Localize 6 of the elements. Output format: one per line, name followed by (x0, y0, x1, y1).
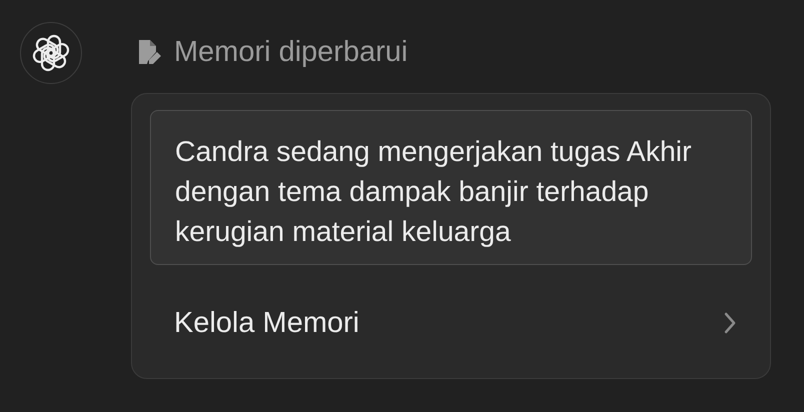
status-title: Memori diperbarui (174, 36, 408, 68)
logo-icon (31, 33, 71, 73)
document-edit-icon (136, 38, 162, 66)
manage-memory-button[interactable]: Kelola Memori (150, 303, 752, 343)
chevron-right-icon (724, 312, 736, 334)
memory-text: Candra sedang mengerjakan tugas Akhir dengan tema dampak banjir terhadap kerugian material keluarga (150, 110, 752, 265)
